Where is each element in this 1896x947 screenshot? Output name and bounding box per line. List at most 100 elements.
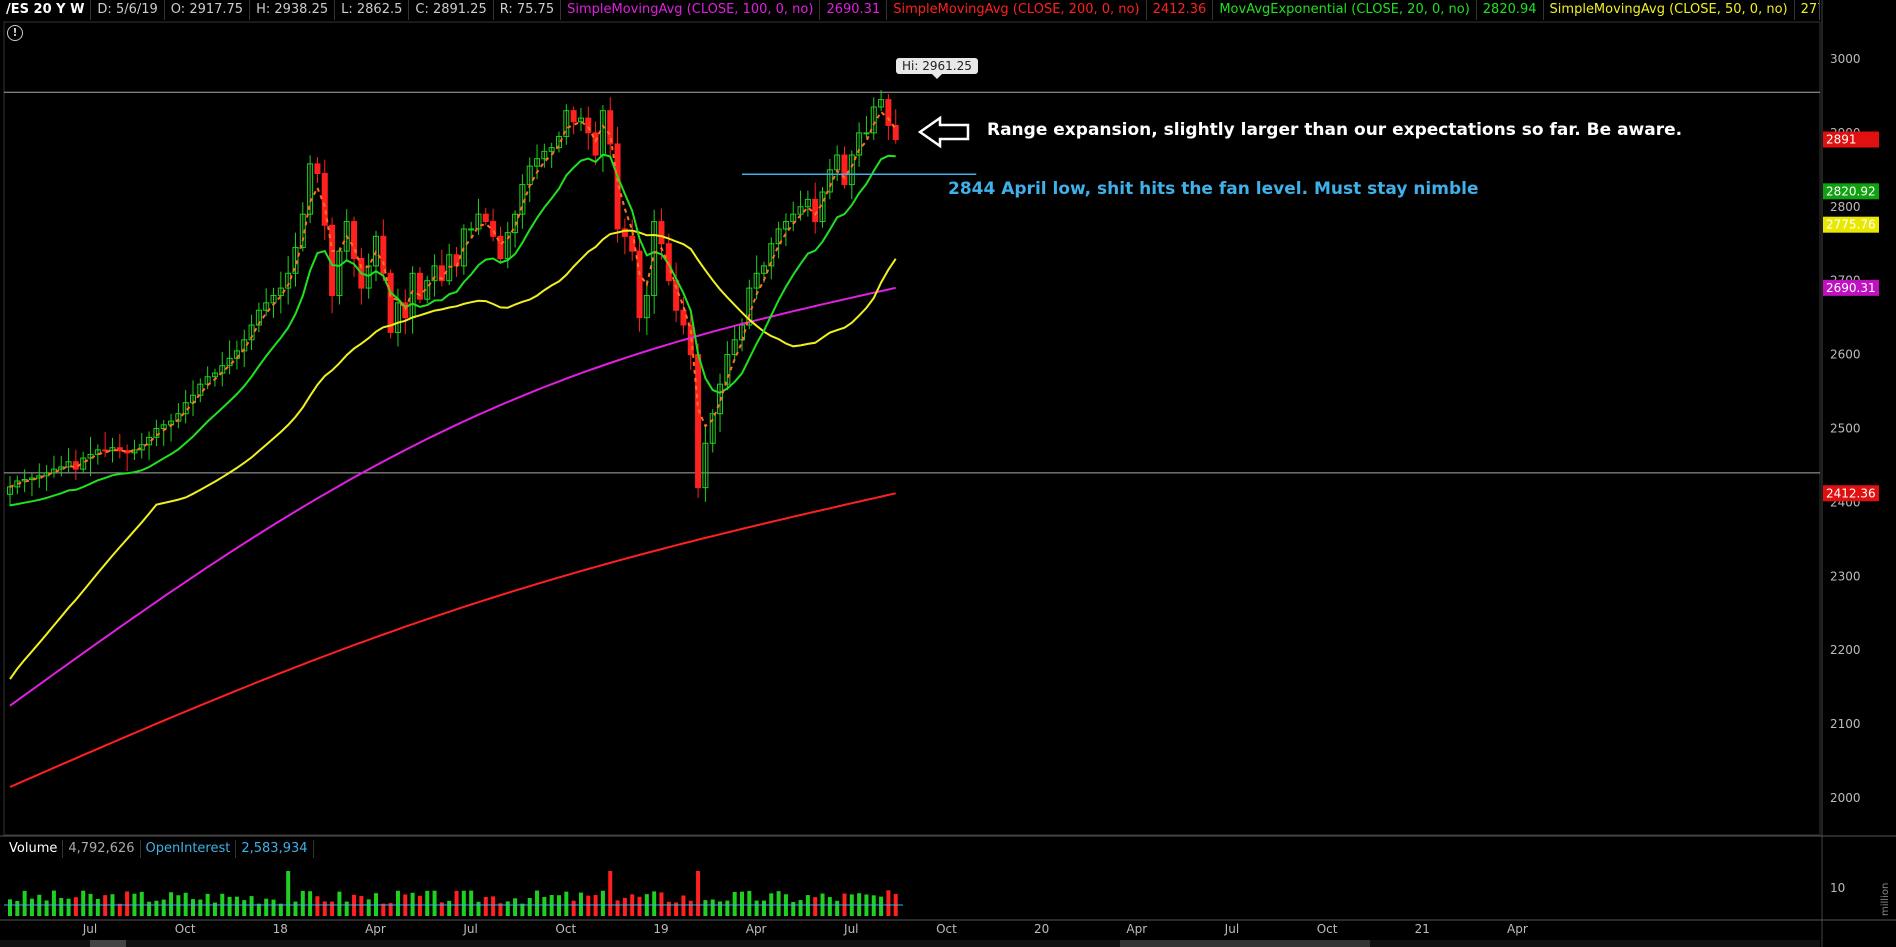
volume-bar [278, 903, 283, 916]
time-scrollbar[interactable] [0, 940, 1820, 947]
volume-bar [169, 892, 174, 916]
volume-bar [264, 898, 269, 916]
volume-bar [827, 897, 832, 916]
study-value-3: 2775.77 [1795, 0, 1820, 20]
volume-bar [637, 896, 642, 916]
scroll-thumb[interactable] [90, 940, 126, 947]
alert-icon[interactable]: ! [7, 25, 23, 41]
y-tick-label: 2800 [1830, 200, 1861, 214]
window-corner[interactable] [1819, 0, 1896, 20]
candle-body [102, 449, 109, 452]
volume-bar [747, 890, 752, 916]
volume-bar [754, 900, 759, 916]
volume-bar [615, 900, 620, 916]
price-tag-3: 2690.31 [1826, 281, 1876, 295]
volume-bar [593, 895, 598, 916]
volume-bar [300, 890, 305, 916]
volume-bar [234, 896, 239, 916]
y-tick-label: 2300 [1830, 569, 1861, 583]
volume-bar [44, 900, 49, 916]
volume-bar [337, 891, 342, 916]
volume-bar [571, 900, 576, 916]
volume-bar [439, 902, 444, 916]
x-tick-label: Apr [365, 922, 386, 936]
volume-bar [527, 898, 532, 916]
volume-bar [191, 899, 195, 916]
price-tag-1: 2820.92 [1826, 184, 1876, 198]
x-tick-label: Oct [555, 922, 576, 936]
price-chart[interactable]: 2000210022002300240025002600270028002900… [0, 0, 1896, 947]
volume-header: Volume 4,792,626 OpenInterest 2,583,934 [4, 840, 314, 858]
x-tick-label: Apr [1507, 922, 1528, 936]
volume-value: 4,792,626 [63, 840, 141, 858]
volume-bar [425, 890, 430, 916]
volume-bar [308, 891, 313, 916]
bar-range: R: 75.75 [494, 0, 562, 20]
volume-label: Volume [4, 840, 64, 858]
volume-bar [608, 871, 613, 916]
volume-bar [564, 891, 569, 916]
volume-bar [322, 901, 327, 916]
high-tooltip: Hi: 2961.25 [896, 58, 978, 79]
open-interest-value: 2,583,934 [236, 840, 314, 858]
candle-body [863, 132, 870, 135]
study-label-3: SimpleMovingAvg (CLOSE, 50, 0, no) [1544, 0, 1795, 20]
volume-bar [344, 901, 349, 916]
candle-body [841, 154, 848, 186]
volume-bar [776, 891, 781, 916]
volume-bar [542, 897, 547, 916]
plot-frame [3, 21, 1821, 836]
y-tick-label: 2200 [1830, 643, 1861, 657]
candle-body [321, 173, 328, 226]
pointer-arrow-icon [917, 115, 970, 149]
volume-bar [161, 899, 166, 916]
volume-bar [835, 900, 840, 916]
volume-bar [761, 900, 766, 916]
y-tick-label: 2100 [1830, 717, 1861, 731]
volume-bar [600, 890, 605, 916]
candle-body [695, 354, 702, 489]
volume-bar [454, 890, 459, 916]
volume-bar [886, 890, 891, 916]
volume-bar [8, 899, 12, 916]
x-tick-label: 20 [1034, 922, 1049, 936]
candle-body [680, 309, 687, 326]
study-label-1: SimpleMovingAvg (CLOSE, 200, 0, no) [887, 0, 1147, 20]
candle-body [116, 447, 123, 452]
sma100-line [9, 286, 896, 707]
volume-bar [718, 901, 723, 916]
volume-bar [125, 891, 130, 916]
candle-body [570, 110, 577, 123]
volume-bar [586, 895, 591, 916]
volume-bar [732, 892, 737, 916]
study-header: /ES 20 Y W D: 5/6/19 O: 2917.75 H: 2938.25 L… [0, 0, 1820, 20]
x-tick-label: 18 [273, 922, 288, 936]
range-expansion-annotation: Range expansion, slightly larger than ou… [987, 120, 1683, 140]
volume-bar [286, 871, 291, 916]
bar-date: D: 5/6/19 [91, 0, 165, 20]
volume-bar [410, 892, 415, 916]
sma200-line [9, 492, 896, 788]
volume-bar [330, 901, 335, 916]
x-tick-label: Jul [1224, 922, 1239, 936]
volume-bar [710, 899, 715, 916]
candle-body [314, 163, 321, 175]
price-tag-0: 2891 [1826, 133, 1857, 147]
volume-bar [315, 896, 320, 916]
volume-bar [535, 890, 540, 916]
volume-bar [73, 897, 78, 916]
x-tick-label: Oct [936, 922, 957, 936]
x-tick-label: 21 [1415, 922, 1430, 936]
volume-bar [51, 890, 56, 916]
x-tick-label: 19 [653, 922, 668, 936]
volume-bar [81, 890, 86, 916]
volume-bar [505, 901, 510, 916]
volume-bar [622, 897, 627, 916]
volume-bar [703, 900, 708, 916]
volume-bar [95, 898, 100, 916]
candle-body [468, 228, 475, 231]
open-interest-label: OpenInterest [141, 840, 237, 858]
x-tick-label: Jul [843, 922, 858, 936]
candle-body [636, 250, 643, 319]
volume-bar [696, 871, 701, 916]
